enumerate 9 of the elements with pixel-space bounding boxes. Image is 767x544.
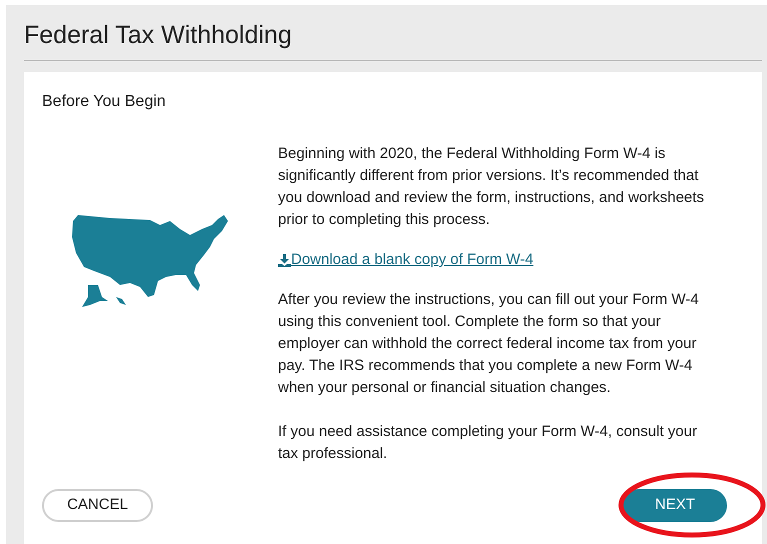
section-heading: Before You Begin: [42, 92, 167, 112]
download-icon: [278, 254, 291, 266]
next-button[interactable]: NEXT: [623, 489, 727, 522]
cancel-button[interactable]: CANCEL: [42, 489, 153, 522]
download-link[interactable]: Download a blank copy of Form W-4: [278, 249, 534, 271]
paragraph: After you review the instructions, you can fill out your Form W-4 using this convenient tool. Complete the form so that your employer can withhold the correct federal income tax from your pay. The IRS recommends that you complete a new Form W-4 when your personal or financial situation changes.: [278, 290, 700, 398]
paragraph: Beginning with 2020, the Federal Withholding Form W-4 is significantly different from prior versions. It’s recommended that you download and review the form, instructions, and worksheets prior to completing this process.: [278, 144, 706, 230]
page-title: Federal Tax Withholding: [24, 20, 293, 51]
paragraph: If you need assistance completing your Form W-4, consult your tax professional.: [278, 422, 698, 464]
